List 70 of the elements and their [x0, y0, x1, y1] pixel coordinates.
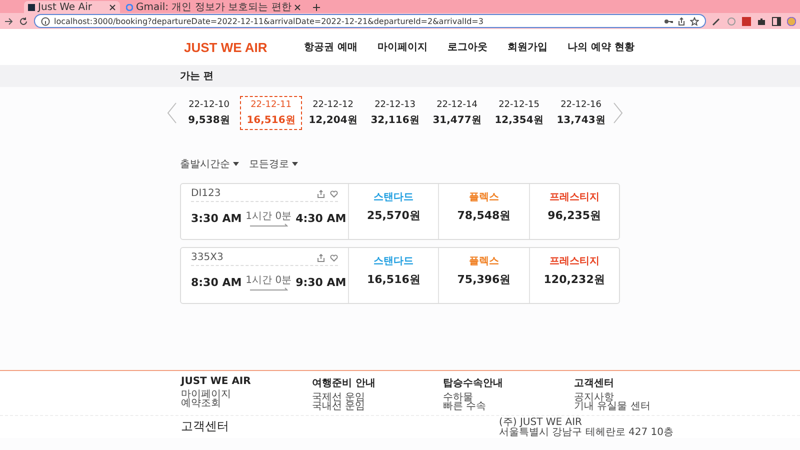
star-icon[interactable]	[690, 16, 699, 26]
footer-link[interactable]: 빠른 수속	[443, 402, 574, 411]
favicon-icon	[28, 4, 35, 10]
footer-heading: 탑승수속안내	[443, 377, 504, 390]
share-icon[interactable]	[317, 254, 325, 262]
caret-icon	[233, 162, 239, 166]
footer-link[interactable]: 국제선 운임	[312, 393, 443, 402]
caret-icon	[292, 162, 298, 166]
favicon-icon	[126, 4, 133, 10]
new-tab-icon[interactable]	[313, 4, 320, 11]
date-option[interactable]: 22-12-16 13,743원	[550, 96, 612, 130]
fare-option[interactable]: 플렉스 75,396원	[439, 248, 530, 303]
flight-duration: 1시간 0분	[246, 274, 292, 287]
fare-option[interactable]: 프레스티지 96,235원	[530, 184, 619, 239]
browser-tab[interactable]: Just We Air	[24, 1, 120, 13]
footer-link[interactable]: 국내선 운임	[312, 402, 443, 411]
nav-link[interactable]: 나의 예약 현황	[567, 40, 634, 54]
date-option[interactable]: 22-12-15 12,354원	[488, 96, 550, 130]
fare-option[interactable]: 스탠다드 25,570원	[349, 184, 440, 239]
forward-icon[interactable]	[4, 16, 13, 26]
section-title: 가는 편	[180, 70, 214, 83]
nav-link[interactable]: 마이페이지	[377, 40, 428, 54]
footer-heading: JUST WE AIR	[181, 376, 252, 387]
key-icon[interactable]	[664, 16, 673, 26]
arrival-time: 4:30 AM	[296, 212, 346, 224]
avatar-icon[interactable]	[787, 16, 796, 26]
heart-icon[interactable]	[330, 190, 338, 198]
date-option[interactable]: 22-12-10 9,538원	[178, 96, 240, 130]
footer-link[interactable]: 마이페이지	[181, 390, 312, 399]
footer-heading: 고객센터	[574, 377, 615, 390]
footer-link[interactable]: 예약조회	[181, 399, 312, 408]
nav-link[interactable]: 로그아웃	[447, 40, 488, 54]
share-icon[interactable]	[677, 16, 686, 26]
reload-icon[interactable]	[19, 16, 28, 26]
footer-link[interactable]: 공지사항	[574, 393, 674, 402]
pen-icon[interactable]	[712, 16, 721, 26]
heart-icon[interactable]	[330, 254, 338, 262]
sidebar-icon[interactable]	[772, 16, 781, 26]
nav-link[interactable]: 회원가입	[507, 40, 548, 54]
footer-heading: 여행준비 안내	[312, 377, 376, 390]
company-name: (주) JUST WE AIR	[499, 418, 584, 428]
browser-tab[interactable]: Gmail: 개인 정보가 보호되는 편한	[122, 1, 306, 13]
flight-duration: 1시간 0분	[246, 210, 292, 223]
date-option[interactable]: 22-12-11 16,516원	[240, 96, 302, 130]
departure-time: 8:30 AM	[191, 276, 242, 288]
flight-number: DI123	[191, 188, 222, 199]
company-address: 서울특별시 강남구 테헤란로 427 10층	[499, 428, 674, 438]
nav-link[interactable]: 항공권 예매	[304, 40, 358, 54]
tab-title: Just We Air	[38, 2, 92, 12]
fare-option[interactable]: 플렉스 78,548원	[439, 184, 530, 239]
sort-dropdown[interactable]: 출발시간순	[180, 157, 239, 171]
info-icon	[41, 16, 50, 26]
date-option[interactable]: 22-12-14 31,477원	[426, 96, 488, 130]
close-icon[interactable]	[294, 4, 302, 10]
sort-dropdown[interactable]: 모든경로	[249, 157, 298, 171]
fare-option[interactable]: 프레스티지 120,232원	[530, 248, 619, 303]
fare-option[interactable]: 스탠다드 16,516원	[349, 248, 440, 303]
departure-time: 3:30 AM	[191, 212, 242, 224]
share-icon[interactable]	[317, 190, 325, 198]
footer-link[interactable]: 기내 유실물 센터	[574, 402, 674, 411]
close-icon[interactable]	[109, 4, 116, 10]
flight-number: 335X3	[191, 252, 224, 263]
customer-center-title: 고객센터	[181, 418, 230, 435]
tab-title: Gmail: 개인 정보가 보호되는 편한	[136, 1, 292, 14]
footer-link[interactable]: 수하물	[443, 393, 574, 402]
date-option[interactable]: 22-12-12 12,204원	[302, 96, 364, 130]
logo[interactable]: JUST WE AIR	[184, 40, 304, 54]
address-bar[interactable]: localhost:3000/booking?departureDate=2022-12-11&arrivalDate=2022-12-21&departureId=2&arrivalId=3	[34, 14, 706, 28]
arrival-time: 9:30 AM	[296, 276, 346, 288]
date-option[interactable]: 22-12-13 32,116원	[364, 96, 426, 130]
